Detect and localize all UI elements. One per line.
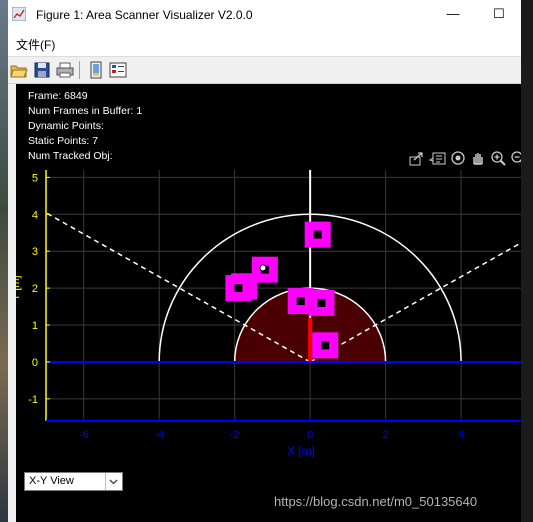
x-tick-label: -6 [79,429,89,441]
view-select[interactable]: X-Y View [24,472,123,491]
plot-area [46,170,521,421]
x-tick-label: 0 [307,429,313,441]
zoom-in-icon-handle [499,159,506,166]
desktop-background-right [521,0,533,522]
data-point-center [234,284,243,293]
chevron-down-icon [109,479,118,485]
view-select-arrow[interactable] [105,473,122,490]
view-select-value: X-Y View [29,475,74,487]
palette-icon[interactable] [109,61,127,79]
figure-canvas: Frame: 6849 Num Frames in Buffer: 1 Dyna… [16,84,521,522]
y-tick-label: 0 [32,357,38,369]
maximize-button[interactable]: ☐ [486,3,512,25]
pan-icon-hand [473,153,483,165]
x-axis-label: X [m] [287,444,315,458]
data-tips-icon[interactable] [428,152,446,165]
y-tick-label: 3 [32,246,38,258]
data-point-center [317,298,326,307]
desktop-background-left [0,0,8,522]
pan-icon[interactable] [473,153,483,165]
rotate-icon[interactable] [451,151,465,165]
window-icon[interactable] [87,61,105,79]
figure-window: Figure 1: Area Scanner Visualizer V2.0.0… [8,0,521,522]
x-tick-label: 2 [383,429,389,441]
export-icon[interactable] [409,152,423,166]
window-title: Figure 1: Area Scanner Visualizer V2.0.0 [36,8,253,22]
toolbar-separator [79,61,80,79]
minimize-icon: — [446,6,460,21]
data-point-center [296,297,305,306]
title-bar[interactable]: Figure 1: Area Scanner Visualizer V2.0.0… [8,0,521,30]
figure-toolbar [8,57,521,84]
xy-plot[interactable]: -6 -4 -2 0 2 4 -1 0 1 2 3 4 5 X [m] Y [m] [16,84,521,522]
matlab-app-icon [12,7,26,21]
menu-file[interactable]: 文件(F) [16,36,55,53]
y-axis-label: Y [m] [16,275,22,300]
folder-open-icon[interactable] [10,61,28,79]
data-point-center [313,230,322,239]
tracked-object-marker [259,264,267,272]
minimize-button[interactable]: — [440,3,466,25]
zoom-out-icon[interactable] [511,151,521,165]
print-icon[interactable] [56,61,74,79]
y-tick-label: 5 [32,172,38,184]
x-tick-label: -2 [230,429,240,441]
y-tick-label: -1 [28,394,38,406]
save-icon[interactable] [33,61,51,79]
export-icon-box [409,156,421,166]
x-tick-label: 4 [458,429,464,441]
zoom-out-icon-handle [519,160,521,163]
data-point-center [321,341,330,350]
x-tick-label: -4 [154,429,164,441]
y-tick-label: 1 [32,320,38,332]
watermark: https://blog.csdn.net/m0_50135640 [274,494,478,509]
data-tips-icon-lines [428,155,442,163]
y-tick-label: 2 [32,283,38,295]
rotate-icon-dot [455,155,461,161]
y-tick-label: 4 [32,209,38,221]
zoom-in-icon[interactable] [491,151,506,166]
maximize-icon: ☐ [493,6,505,21]
menu-bar: 文件(F) [8,30,521,57]
sensor-marker [308,317,313,362]
